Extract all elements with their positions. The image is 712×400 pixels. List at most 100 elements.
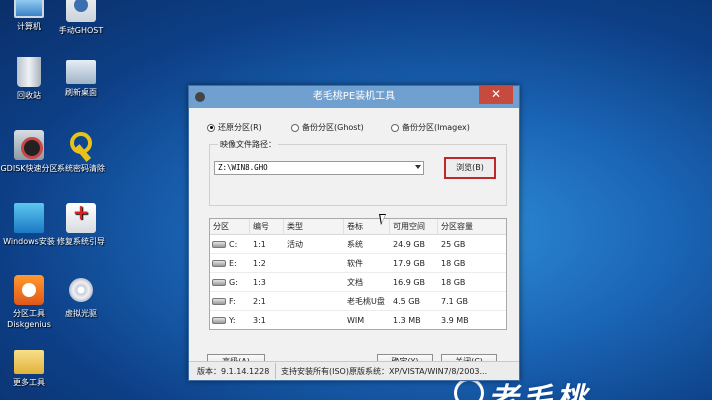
- free-space-cell: 1.3 MB: [393, 316, 421, 325]
- capacity-cell: 3.9 MB: [441, 316, 469, 325]
- radio-restore-partition[interactable]: 还原分区(R): [207, 122, 262, 133]
- desktop-icon-gdisk[interactable]: GDISK快速分区: [0, 130, 58, 174]
- desktop-icon-label: 更多工具: [13, 378, 45, 387]
- desktop-icon-label: GDISK快速分区: [0, 164, 58, 173]
- desktop-icon-label: 虚拟光驱: [65, 309, 97, 318]
- ghost-icon: [66, 0, 96, 22]
- recycle-bin-icon: [17, 57, 41, 87]
- desktop-icon-recycle-bin[interactable]: 回收站: [0, 57, 58, 101]
- drive-letter: C:: [229, 240, 238, 249]
- radio-label: 备份分区(Imagex): [402, 123, 470, 132]
- capacity-cell: 18 GB: [441, 259, 466, 268]
- virtual-cd-icon: [66, 275, 96, 305]
- drive-letter: G:: [229, 278, 238, 287]
- column-header[interactable]: 编号: [250, 219, 284, 235]
- drive-cell: C:: [210, 235, 250, 254]
- radio-label: 还原分区(R): [218, 123, 262, 132]
- desktop-icon-label: 系统密码清除: [57, 164, 105, 173]
- mode-radio-group: 还原分区(R) 备份分区(Ghost) 备份分区(Imagex): [207, 122, 509, 134]
- window-close-button[interactable]: ✕: [479, 86, 513, 104]
- column-header[interactable]: 分区: [210, 219, 250, 235]
- number-cell: 1:2: [253, 259, 266, 268]
- partition-table-header: 分区 编号 类型 卷标 可用空间 分区容量: [210, 219, 506, 235]
- desktop-icon-label: 刷新桌面: [65, 88, 97, 97]
- capacity-cell: 25 GB: [441, 240, 466, 249]
- app-icon: [195, 92, 205, 102]
- chevron-down-icon[interactable]: [415, 165, 421, 169]
- table-row[interactable]: Y: 3:1 WIM 1.3 MB 3.9 MB: [210, 311, 506, 329]
- drive-letter: Y:: [229, 316, 236, 325]
- repair-icon: [66, 203, 96, 233]
- label-cell: 文档: [347, 278, 363, 287]
- desktop-icon-label: Windows安装: [3, 237, 55, 246]
- windows-install-icon: [14, 203, 44, 233]
- drive-cell: Y:: [210, 311, 250, 329]
- type-cell: [284, 292, 344, 311]
- radio-dot[interactable]: [391, 123, 399, 132]
- column-header[interactable]: 类型: [284, 219, 344, 235]
- label-cell: 软件: [347, 259, 363, 268]
- radio-backup-imagex[interactable]: 备份分区(Imagex): [391, 122, 470, 133]
- key-icon: [66, 130, 96, 160]
- installer-window: 老毛桃PE装机工具 ✕ 还原分区(R) 备份分区(Ghost) 备份分区(Ima…: [188, 85, 520, 381]
- free-space-cell: 4.5 GB: [393, 297, 420, 306]
- desktop-icon-computer[interactable]: 计算机: [0, 0, 58, 32]
- table-row[interactable]: E: 1:2 软件 17.9 GB 18 GB: [210, 254, 506, 273]
- desktop-icon-virtual-cd[interactable]: 虚拟光驱: [52, 275, 110, 319]
- radio-label: 备份分区(Ghost): [302, 123, 364, 132]
- disk-icon: [212, 298, 226, 305]
- radio-dot[interactable]: [291, 123, 299, 132]
- gdisk-icon: [14, 130, 44, 160]
- computer-icon: [14, 0, 44, 18]
- drive-letter: E:: [229, 259, 237, 268]
- desktop-icon-label: 分区工具 Diskgenius: [7, 309, 51, 329]
- desktop-icon-password-clear[interactable]: 系统密码清除: [52, 130, 110, 174]
- disk-icon: [212, 241, 226, 248]
- disk-icon: [212, 317, 226, 324]
- image-path-label: 映像文件路径：: [218, 139, 278, 150]
- type-cell: [284, 273, 344, 292]
- radio-backup-ghost[interactable]: 备份分区(Ghost): [291, 122, 364, 133]
- drive-cell: F:: [210, 292, 250, 311]
- folder-icon: [14, 350, 44, 374]
- desktop-icon-windows-install[interactable]: Windows安装: [0, 203, 58, 247]
- desktop-icon-diskgenius[interactable]: 分区工具 Diskgenius: [0, 275, 58, 330]
- capacity-cell: 7.1 GB: [441, 297, 468, 306]
- refresh-desktop-icon: [66, 60, 96, 84]
- image-path-combobox[interactable]: Z:\WIN8.GHO: [214, 161, 424, 175]
- free-space-cell: 16.9 GB: [393, 278, 426, 287]
- free-space-cell: 24.9 GB: [393, 240, 426, 249]
- diskgenius-icon: [14, 275, 44, 305]
- image-path-value: Z:\WIN8.GHO: [218, 163, 268, 172]
- disk-icon: [212, 260, 226, 267]
- partition-table: 分区 编号 类型 卷标 可用空间 分区容量 C: 1:1 活动 系统 24.9 …: [209, 218, 507, 330]
- column-header[interactable]: 分区容量: [438, 219, 506, 235]
- status-bar: 版本：9.1.14.1228 支持安装所有(ISO)原版系统：XP/VISTA/…: [189, 361, 519, 380]
- window-content: 还原分区(R) 备份分区(Ghost) 备份分区(Imagex) 映像文件路径：…: [189, 108, 519, 370]
- version-text: 版本：9.1.14.1228: [197, 367, 270, 376]
- browse-button[interactable]: 浏览(B): [444, 157, 496, 179]
- table-row[interactable]: F: 2:1 老毛桃U盘 4.5 GB 7.1 GB: [210, 292, 506, 311]
- desktop-icon-label: 回收站: [17, 91, 41, 100]
- number-cell: 1:1: [253, 240, 266, 249]
- radio-dot-selected[interactable]: [207, 123, 215, 132]
- desktop-icon-repair-boot[interactable]: 修复系统引导: [52, 203, 110, 247]
- drive-letter: F:: [229, 297, 236, 306]
- number-cell: 1:3: [253, 278, 266, 287]
- image-path-group: 映像文件路径： Z:\WIN8.GHO 浏览(B): [209, 139, 507, 206]
- watermark-logo-icon: [454, 378, 484, 400]
- type-cell: [284, 254, 344, 273]
- window-titlebar[interactable]: 老毛桃PE装机工具 ✕: [189, 86, 519, 108]
- table-row[interactable]: C: 1:1 活动 系统 24.9 GB 25 GB: [210, 235, 506, 254]
- desktop-icon-label: 计算机: [17, 22, 41, 31]
- desktop-icon-ghost[interactable]: 手动GHOST: [52, 0, 110, 36]
- desktop-icon-refresh[interactable]: 刷新桌面: [52, 57, 110, 98]
- desktop-icon-label: 修复系统引导: [57, 237, 105, 246]
- status-separator: [275, 363, 276, 379]
- column-header[interactable]: 可用空间: [390, 219, 438, 235]
- disk-icon: [212, 279, 226, 286]
- table-row[interactable]: G: 1:3 文档 16.9 GB 18 GB: [210, 273, 506, 292]
- type-cell: [284, 311, 344, 329]
- desktop-icon-label: 手动GHOST: [58, 26, 104, 35]
- desktop-icon-more-tools[interactable]: 更多工具: [0, 346, 58, 388]
